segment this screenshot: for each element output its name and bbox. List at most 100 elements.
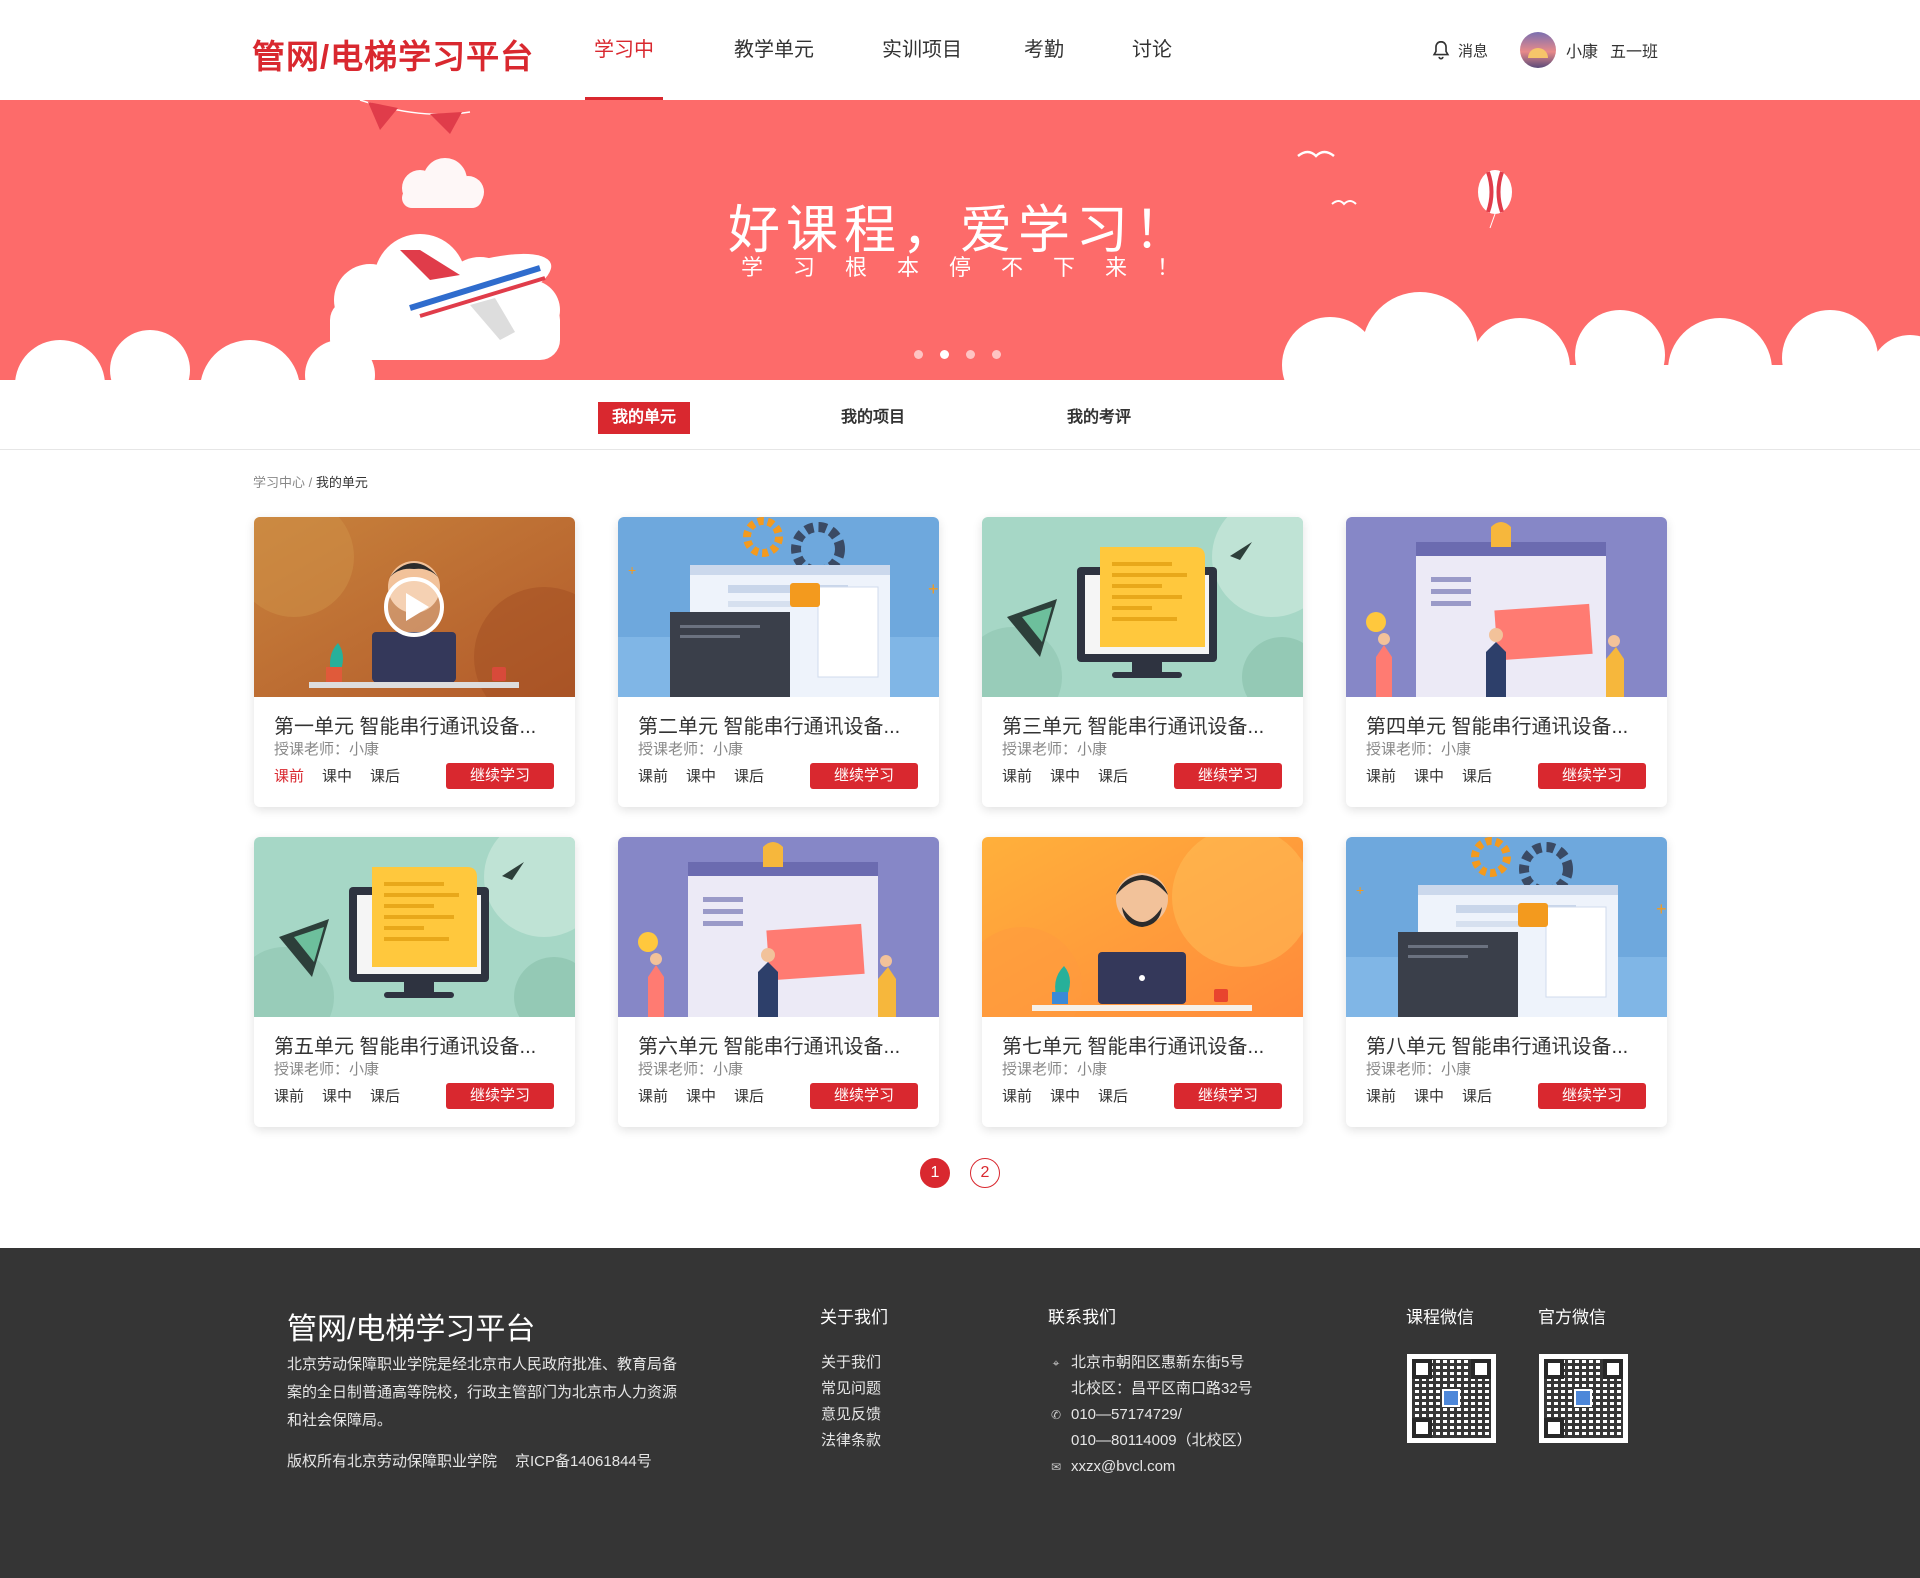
unit-card[interactable]: 第一单元 智能串行通讯设备... 授课老师：小康课前 课中 课后 继续学习 — [254, 517, 575, 807]
stage-after-class[interactable]: 课后 — [370, 765, 400, 786]
unit-card-image[interactable] — [254, 517, 575, 697]
contact-email[interactable]: xxzx@bvcl.com — [1071, 1454, 1175, 1480]
unit-card[interactable]: 第七单元 智能串行通讯设备... 授课老师：小康 课前 课中 课后 继续学习 — [982, 837, 1303, 1127]
continue-learning-button[interactable]: 继续学习 — [810, 1083, 918, 1109]
continue-learning-button[interactable]: 继续学习 — [1538, 1083, 1646, 1109]
icp-number[interactable]: 京ICP备14061844号 — [515, 1453, 652, 1470]
unit-card-title[interactable]: 第三单元 智能串行通讯设备... — [1002, 710, 1264, 739]
user-name[interactable]: 小康 — [1566, 38, 1598, 62]
contact-info: ⌖ 北京市朝阳区惠新东街5号 北校区：昌平区南口路32号 ✆ 010—5717472… — [1047, 1350, 1253, 1480]
unit-card-stages: 课前 课中 课后 — [274, 765, 418, 786]
unit-card-title[interactable]: 第一单元 智能串行通讯设备... — [274, 710, 536, 739]
tab-my-units[interactable]: 我的单元 — [598, 402, 690, 434]
unit-card-title[interactable]: 第七单元 智能串行通讯设备... — [1002, 1030, 1264, 1059]
stage-before-class[interactable]: 课前 — [1002, 1085, 1032, 1106]
unit-card[interactable]: 第三单元 智能串行通讯设备... 授课老师：小康 课前 课中 课后 继续学习 — [982, 517, 1303, 807]
unit-card[interactable]: 第四单元 智能串行通讯设备... 授课老师：小康 课前 课中 课后 继续学习 — [1346, 517, 1667, 807]
stage-before-class[interactable]: 课前 — [274, 1085, 304, 1106]
carousel-dot-2[interactable] — [940, 350, 949, 359]
unit-card-image[interactable] — [618, 837, 939, 1017]
continue-learning-button[interactable]: 继续学习 — [1538, 763, 1646, 789]
top-header: 管网/电梯学习平台 学习中心 教学单元 实训项目 考勤 讨论 消息 小康 五一班 — [0, 0, 1920, 161]
stage-after-class[interactable]: 课后 — [1462, 1085, 1492, 1106]
nav-item-discussion[interactable]: 讨论 — [1131, 0, 1173, 100]
unit-card-teacher: 授课老师：小康 — [638, 741, 744, 758]
stage-in-class[interactable]: 课中 — [1414, 765, 1444, 786]
unit-card-stages: 课前 课中 课后 — [638, 1085, 782, 1106]
stage-in-class[interactable]: 课中 — [686, 1085, 716, 1106]
stage-in-class[interactable]: 课中 — [322, 1085, 352, 1106]
continue-learning-button[interactable]: 继续学习 — [810, 763, 918, 789]
stage-before-class[interactable]: 课前 — [638, 765, 668, 786]
unit-card-image[interactable] — [1346, 517, 1667, 697]
tab-my-evaluations[interactable]: 我的考评 — [1064, 402, 1134, 434]
tab-my-projects[interactable]: 我的项目 — [838, 402, 908, 434]
stage-after-class[interactable]: 课后 — [370, 1085, 400, 1106]
user-class: 五一班 — [1610, 44, 1659, 61]
unit-card-image[interactable] — [982, 517, 1303, 697]
continue-learning-button[interactable]: 继续学习 — [1174, 1083, 1282, 1109]
carousel-dot-1[interactable] — [914, 350, 923, 359]
footer-link-faq[interactable]: 常见问题 — [821, 1376, 881, 1402]
unit-card-title[interactable]: 第八单元 智能串行通讯设备... — [1366, 1030, 1628, 1059]
stage-after-class[interactable]: 课后 — [1098, 765, 1128, 786]
page-button-2[interactable]: 2 — [970, 1158, 1000, 1188]
breadcrumb-root[interactable]: 学习中心 — [253, 475, 305, 490]
stage-after-class[interactable]: 课后 — [1098, 1085, 1128, 1106]
unit-card-teacher: 授课老师：小康 — [274, 741, 380, 758]
stage-in-class[interactable]: 课中 — [322, 765, 352, 786]
unit-card[interactable]: + + 第八单元 智能串行通讯设备... 授课老师：小康 课前 课中 课后 继续学习 — [1346, 837, 1667, 1127]
unit-card[interactable]: 第五单元 智能串行通讯设备... 授课老师：小康 课前 课中 课后 继续学习 — [254, 837, 575, 1127]
unit-card-image[interactable] — [254, 837, 575, 1017]
page-button-1[interactable]: 1 — [920, 1158, 950, 1188]
messages-link[interactable]: 消息 — [1458, 40, 1488, 61]
unit-card-stages: 课前 课中 课后 — [274, 1085, 418, 1106]
continue-learning-button[interactable]: 继续学习 — [446, 763, 554, 789]
svg-text:+: + — [1356, 882, 1364, 898]
stage-before-class[interactable]: 课前 — [274, 765, 304, 786]
unit-card-image[interactable] — [982, 837, 1303, 1017]
contact-title: 联系我们 — [1048, 1308, 1116, 1327]
unit-card-title[interactable]: 第五单元 智能串行通讯设备... — [274, 1030, 536, 1059]
unit-card-title[interactable]: 第二单元 智能串行通讯设备... — [638, 710, 900, 739]
unit-card[interactable]: 第六单元 智能串行通讯设备... 授课老师：小康 课前 课中 课后 继续学习 — [618, 837, 939, 1127]
unit-card[interactable]: + + 第二单元 智能串行通讯设备... 授课老师：小康课前 课中 课后 继续学习 — [618, 517, 939, 807]
continue-learning-button[interactable]: 继续学习 — [1174, 763, 1282, 789]
stage-before-class[interactable]: 课前 — [1366, 765, 1396, 786]
user-area: 消息 小康 五一班 — [1430, 30, 1658, 70]
address-main: 北京市朝阳区惠新东街5号 — [1071, 1354, 1245, 1371]
footer-link-feedback[interactable]: 意见反馈 — [821, 1402, 881, 1428]
breadcrumb: 学习中心 / 我的单元 — [253, 472, 368, 491]
unit-card-title[interactable]: 第四单元 智能串行通讯设备... — [1366, 710, 1628, 739]
stage-before-class[interactable]: 课前 — [1002, 765, 1032, 786]
continue-learning-button[interactable]: 继续学习 — [446, 1083, 554, 1109]
carousel-dot-4[interactable] — [992, 350, 1001, 359]
footer-link-about[interactable]: 关于我们 — [821, 1350, 881, 1376]
stage-in-class[interactable]: 课中 — [1050, 1085, 1080, 1106]
footer-link-legal[interactable]: 法律条款 — [821, 1428, 881, 1454]
carousel-dot-3[interactable] — [966, 350, 975, 359]
nav-item-learning-center[interactable]: 学习中心 — [585, 0, 663, 161]
main-nav: 学习中心 教学单元 实训项目 考勤 讨论 — [585, 0, 1173, 161]
nav-item-teaching-units[interactable]: 教学单元 — [733, 0, 815, 100]
stage-before-class[interactable]: 课前 — [638, 1085, 668, 1106]
stage-after-class[interactable]: 课后 — [1462, 765, 1492, 786]
unit-card-image[interactable]: + + — [1346, 837, 1667, 1017]
stage-after-class[interactable]: 课后 — [734, 765, 764, 786]
nav-item-training-projects[interactable]: 实训项目 — [881, 0, 963, 100]
phone-north: 010—80114009（北校区） — [1071, 1432, 1252, 1449]
stage-before-class[interactable]: 课前 — [1366, 1085, 1396, 1106]
bell-icon[interactable] — [1430, 39, 1452, 61]
pagination: 1 2 — [920, 1158, 1020, 1188]
unit-card-stages: 课前 课中 课后 — [1366, 765, 1510, 786]
site-logo[interactable]: 管网/电梯学习平台 — [252, 30, 534, 78]
stage-in-class[interactable]: 课中 — [1414, 1085, 1444, 1106]
stage-in-class[interactable]: 课中 — [1050, 765, 1080, 786]
nav-item-attendance[interactable]: 考勤 — [1023, 0, 1065, 100]
stage-after-class[interactable]: 课后 — [734, 1085, 764, 1106]
hero-banner[interactable]: 好课程，爱学习！ 学习根本停不下来！ — [0, 100, 1920, 380]
unit-card-title[interactable]: 第六单元 智能串行通讯设备... — [638, 1030, 900, 1059]
avatar[interactable] — [1520, 32, 1557, 68]
unit-card-image[interactable]: + + — [618, 517, 939, 697]
stage-in-class[interactable]: 课中 — [686, 765, 716, 786]
